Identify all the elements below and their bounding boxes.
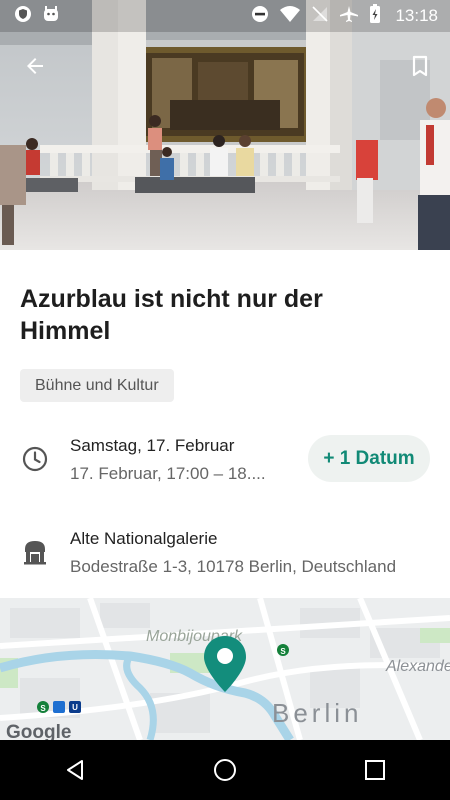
nav-recents-button[interactable] (345, 740, 405, 800)
map-pin-icon[interactable] (204, 636, 246, 692)
event-title: Azurblau ist nicht nur der Himmel (20, 285, 323, 345)
transit-badge-s2: S (40, 704, 46, 713)
arrow-back-icon (27, 58, 43, 74)
category-chip[interactable]: Bühne und Kultur (20, 369, 174, 402)
map-label-city: Berlin (272, 698, 363, 728)
wifi-icon (279, 5, 301, 28)
status-bar: 13:18 (0, 0, 450, 32)
recents-square-icon (365, 760, 385, 780)
nav-home-button[interactable] (195, 740, 255, 800)
hero-photo (0, 0, 450, 250)
bookmark-button[interactable] (402, 48, 438, 84)
vpn-shield-icon (14, 5, 32, 28)
transit-badge-s1: S (280, 647, 286, 656)
gallery-scene (0, 0, 450, 250)
venue-name: Alte Nationalgalerie (70, 529, 218, 548)
transit-badge-u: U (72, 703, 78, 712)
do-not-disturb-icon (251, 5, 269, 28)
battery-charging-icon (369, 3, 381, 29)
status-time: 13:18 (395, 6, 438, 25)
clock-icon (20, 444, 50, 474)
venue-address: Bodestraße 1-3, 10178 Berlin, Deutschlan… (70, 557, 397, 576)
date-secondary: 17. Februar, 17:00 – 18.... (70, 464, 266, 483)
more-dates-label: + 1 Datum (323, 447, 415, 469)
category-label: Bühne und Kultur (35, 376, 159, 394)
home-circle-icon (214, 759, 236, 781)
date-primary: Samstag, 17. Februar (70, 436, 235, 455)
museum-icon (20, 537, 50, 567)
android-icon (42, 5, 60, 28)
no-signal-icon (311, 5, 329, 28)
bookmark-icon (412, 55, 428, 77)
airplane-icon (339, 5, 359, 28)
venue-map[interactable]: S S U Monbijoupark Alexande Berlin Googl… (0, 598, 450, 740)
event-details: Azurblau ist nicht nur der Himmel Bühne … (0, 250, 450, 598)
back-button[interactable] (17, 48, 53, 84)
more-dates-button[interactable]: + 1 Datum (308, 435, 430, 482)
nav-back-button[interactable] (45, 740, 105, 800)
google-logo: Google (6, 722, 72, 740)
system-navigation-bar (0, 740, 450, 800)
map-label-district: Alexande (386, 658, 450, 675)
back-triangle-icon (67, 760, 83, 780)
